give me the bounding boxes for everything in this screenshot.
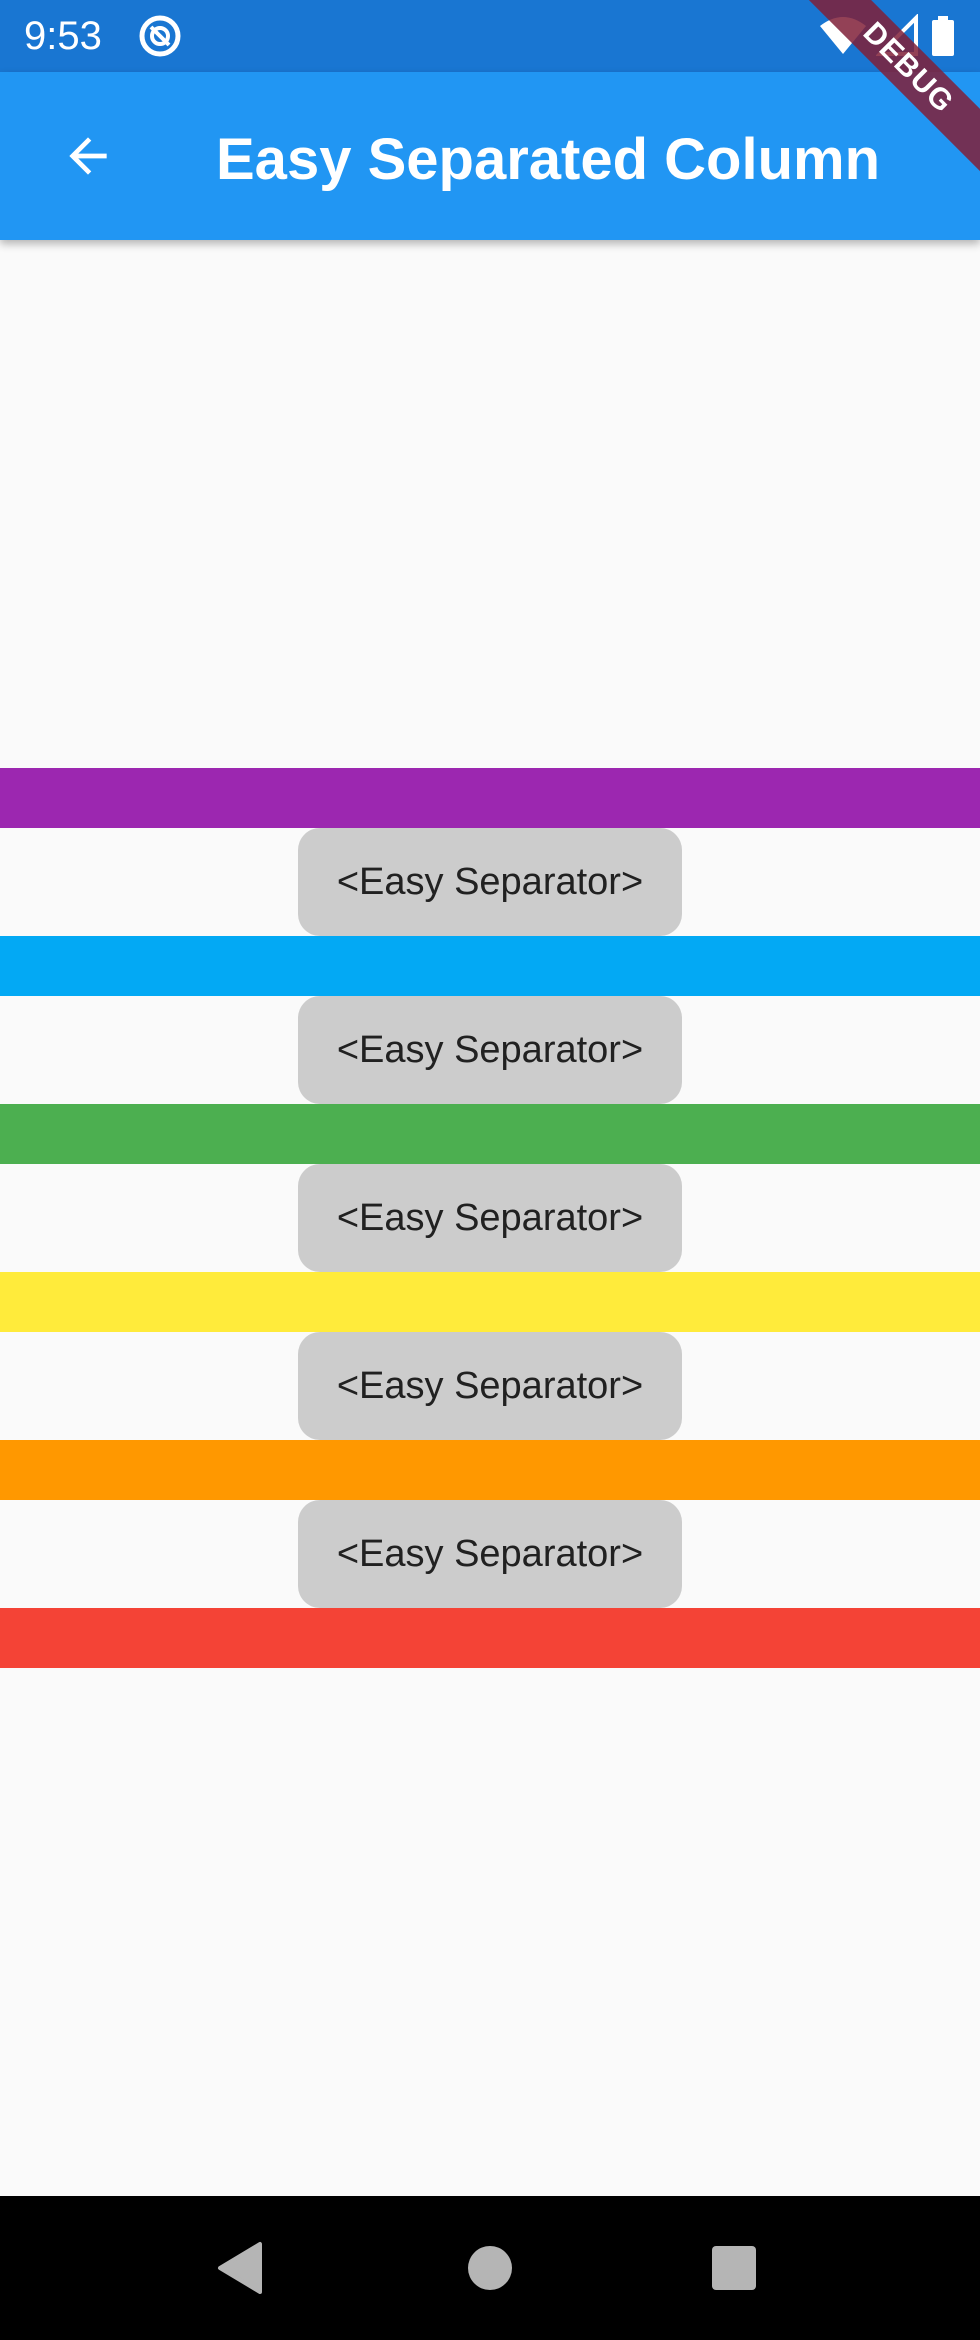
- easy-separator: <Easy Separator>: [298, 1332, 682, 1440]
- app-notification-icon: [138, 14, 182, 58]
- separator-row: <Easy Separator>: [0, 828, 980, 936]
- easy-separator: <Easy Separator>: [298, 1500, 682, 1608]
- easy-separator: <Easy Separator>: [298, 828, 682, 936]
- status-time: 9:53: [24, 14, 102, 58]
- easy-separator: <Easy Separator>: [298, 1164, 682, 1272]
- status-bar: 9:53: [0, 0, 980, 72]
- separated-column: <Easy Separator> <Easy Separator> <Easy …: [0, 768, 980, 1668]
- cellular-signal-icon: [875, 13, 920, 58]
- system-navigation-bar: [0, 2196, 980, 2340]
- nav-back-button[interactable]: [206, 2232, 278, 2304]
- arrow-back-icon: [69, 137, 107, 175]
- nav-back-icon: [218, 2242, 262, 2294]
- separator-row: <Easy Separator>: [0, 1164, 980, 1272]
- nav-home-button[interactable]: [454, 2232, 526, 2304]
- nav-home-icon: [468, 2246, 512, 2290]
- color-bar-purple: [0, 768, 980, 828]
- content-area: <Easy Separator> <Easy Separator> <Easy …: [0, 240, 980, 2196]
- nav-recents-icon: [712, 2246, 756, 2290]
- separator-row: <Easy Separator>: [0, 996, 980, 1104]
- color-bar-light-blue: [0, 936, 980, 996]
- wifi-icon: [818, 14, 868, 58]
- page-title: Easy Separated Column: [216, 127, 880, 192]
- battery-icon: [930, 14, 956, 58]
- color-bar-green: [0, 1104, 980, 1164]
- separator-row: <Easy Separator>: [0, 1500, 980, 1608]
- separator-row: <Easy Separator>: [0, 1332, 980, 1440]
- easy-separator: <Easy Separator>: [298, 996, 682, 1104]
- color-bar-yellow: [0, 1272, 980, 1332]
- back-button[interactable]: [44, 112, 132, 200]
- app-bar: Easy Separated Column: [0, 72, 980, 240]
- color-bar-orange: [0, 1440, 980, 1500]
- color-bar-red: [0, 1608, 980, 1668]
- nav-recents-button[interactable]: [698, 2232, 770, 2304]
